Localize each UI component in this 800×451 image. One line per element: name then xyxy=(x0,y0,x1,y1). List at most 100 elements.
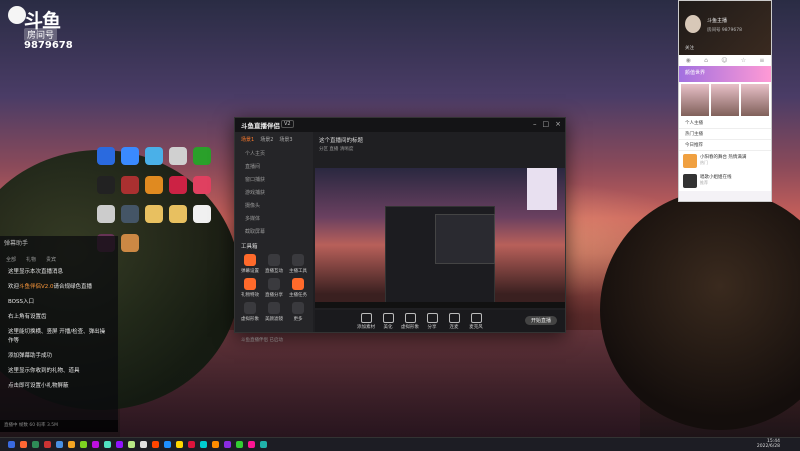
beauty-button[interactable]: 美化 xyxy=(377,313,399,330)
taskbar-app-icon[interactable] xyxy=(152,441,159,448)
taskbar-app-icon[interactable] xyxy=(140,441,147,448)
taskbar-app-icon[interactable] xyxy=(176,441,183,448)
tab-scene-2[interactable]: 场景2 xyxy=(260,136,273,143)
stream-card[interactable]: 小阳春的舞台 热情满满 热门 xyxy=(679,151,771,171)
app-11-icon[interactable] xyxy=(97,205,115,223)
app-17-icon[interactable] xyxy=(121,234,139,252)
taskbar-app-icon[interactable] xyxy=(80,441,87,448)
scene-item[interactable]: 摄像头 xyxy=(235,199,313,212)
scene-item[interactable]: 截取屏幕 xyxy=(235,225,313,238)
taskbar-app-icon[interactable] xyxy=(188,441,195,448)
app-10-icon[interactable] xyxy=(193,176,211,194)
panel-banner[interactable]: 颜值世界 xyxy=(679,66,771,82)
photo-thumb[interactable] xyxy=(741,84,769,116)
taskbar-app-icon[interactable] xyxy=(32,441,39,448)
taskbar-app-icon[interactable] xyxy=(20,441,27,448)
taskbar-app-icon[interactable] xyxy=(92,441,99,448)
app-12-icon[interactable] xyxy=(121,205,139,223)
app-3-icon[interactable] xyxy=(145,147,163,165)
maximize-icon[interactable]: □ xyxy=(543,120,550,128)
avatar[interactable] xyxy=(685,15,701,33)
stream-title[interactable]: 这个直播间的标题 xyxy=(315,132,565,144)
avatar-label: 虚拟形象 xyxy=(401,325,419,330)
obs-icon[interactable] xyxy=(97,176,115,194)
app-titlebar[interactable]: 斗鱼直播伴侣 V2 – □ × xyxy=(235,118,565,132)
folder-1-icon[interactable] xyxy=(145,205,163,223)
chat-tabs: 全部 礼物 贵宾 xyxy=(0,254,118,265)
folder-2-icon[interactable] xyxy=(169,205,187,223)
tool-button[interactable]: 美颜滤镜 xyxy=(263,302,285,322)
go-live-button[interactable]: 开始直播 xyxy=(524,316,557,325)
app-15-icon[interactable] xyxy=(193,205,211,223)
scene-item[interactable]: 个人主页 xyxy=(235,147,313,160)
nav-user-icon[interactable]: ☺ xyxy=(721,57,727,64)
scene-item[interactable]: 窗口捕获 xyxy=(235,173,313,186)
chat-tab-vip[interactable]: 贵宾 xyxy=(46,256,56,263)
tool-label: 直播互动 xyxy=(265,269,283,274)
chat-tab-gift[interactable]: 礼物 xyxy=(26,256,36,263)
tab-scene-1[interactable]: 场景1 xyxy=(241,136,254,143)
tab-scene-3[interactable]: 场景3 xyxy=(279,136,292,143)
tool-button[interactable]: 直播互动 xyxy=(263,254,285,274)
link-mic-button[interactable]: 连麦 xyxy=(443,313,465,330)
tool-button[interactable]: 主播任务 xyxy=(287,278,309,298)
app-8-icon[interactable] xyxy=(145,176,163,194)
list-item[interactable]: 个人主播 xyxy=(679,118,771,129)
nav-house-icon[interactable]: ⌂ xyxy=(704,57,708,64)
nav-menu-icon[interactable]: ≡ xyxy=(759,57,764,64)
tool-button[interactable]: 虚拟形象 xyxy=(239,302,261,322)
nav-home-icon[interactable]: ◉ xyxy=(686,57,691,64)
app-9-icon[interactable] xyxy=(169,176,187,194)
taskbar-app-icon[interactable] xyxy=(164,441,171,448)
minimize-icon[interactable]: – xyxy=(533,120,537,128)
taskbar-app-icon[interactable] xyxy=(104,441,111,448)
scene-item[interactable]: 直播间 xyxy=(235,160,313,173)
taskbar-app-icon[interactable] xyxy=(68,441,75,448)
taskbar-app-icon[interactable] xyxy=(44,441,51,448)
app-4-icon[interactable] xyxy=(169,147,187,165)
taskbar-app-icon[interactable] xyxy=(224,441,231,448)
qq-browser-icon[interactable] xyxy=(121,147,139,165)
close-icon[interactable]: × xyxy=(555,120,561,128)
game-1-icon[interactable] xyxy=(121,176,139,194)
stream-card[interactable]: 唱歌小姐姐在线 推荐 xyxy=(679,171,771,191)
photo-thumb[interactable] xyxy=(711,84,739,116)
list-item[interactable]: 热门主播 xyxy=(679,129,771,140)
taskbar-app-icon[interactable] xyxy=(248,441,255,448)
qq-music-icon[interactable] xyxy=(97,147,115,165)
card-thumb xyxy=(683,174,697,188)
taskbar-app-icon[interactable] xyxy=(260,441,267,448)
chat-message: 添加弹幕助手成功 xyxy=(8,353,53,359)
tray-clock[interactable]: 15:44 2022/6/28 xyxy=(757,439,780,449)
avatar-button[interactable]: 虚拟形象 xyxy=(399,313,421,330)
scene-item[interactable]: 多媒体 xyxy=(235,212,313,225)
chat-panel: 弹幕助手 全部 礼物 贵宾 这里显示本次直播消息 欢迎斗鱼伴侣V2.0请合规绿色… xyxy=(0,236,118,432)
taskbar-app-icon[interactable] xyxy=(212,441,219,448)
share-button[interactable]: 分享 xyxy=(421,313,443,330)
tool-button[interactable]: 主播工具 xyxy=(287,254,309,274)
taskbar-app-icon[interactable] xyxy=(116,441,123,448)
tool-button[interactable]: 直播分享 xyxy=(263,278,285,298)
tool-button[interactable]: 更多 xyxy=(287,302,309,322)
tool-button[interactable]: 礼物特效 xyxy=(239,278,261,298)
app-version-badge: V2 xyxy=(281,120,294,128)
photo-thumb[interactable] xyxy=(681,84,709,116)
stream-preview[interactable] xyxy=(315,168,565,308)
app-5-icon[interactable] xyxy=(193,147,211,165)
follow-button[interactable]: 关注 xyxy=(685,45,694,51)
tool-button[interactable]: 弹幕设置 xyxy=(239,254,261,274)
scene-item[interactable]: 游戏捕获 xyxy=(235,186,313,199)
list-item[interactable]: 今日推荐 xyxy=(679,140,771,151)
add-source-button[interactable]: 添加素材 xyxy=(355,313,377,330)
taskbar-app-icon[interactable] xyxy=(236,441,243,448)
taskbar-app-icon[interactable] xyxy=(128,441,135,448)
profile-header: 斗鱼主播 房间号 9879678 关注 xyxy=(679,1,771,55)
toolbox-grid: 弹幕设置 直播互动 主播工具礼物特效 直播分享 主播任务虚拟形象 美颜滤镜 更多 xyxy=(235,254,313,322)
taskbar-app-icon[interactable] xyxy=(200,441,207,448)
chat-tab-all[interactable]: 全部 xyxy=(6,256,16,263)
nav-star-icon[interactable]: ☆ xyxy=(741,57,746,64)
microphone-button[interactable]: 麦克风 xyxy=(465,313,487,330)
card-text: 小阳春的舞台 热情满满 热门 xyxy=(700,154,746,168)
taskbar-app-icon[interactable] xyxy=(56,441,63,448)
taskbar-app-icon[interactable] xyxy=(8,441,15,448)
